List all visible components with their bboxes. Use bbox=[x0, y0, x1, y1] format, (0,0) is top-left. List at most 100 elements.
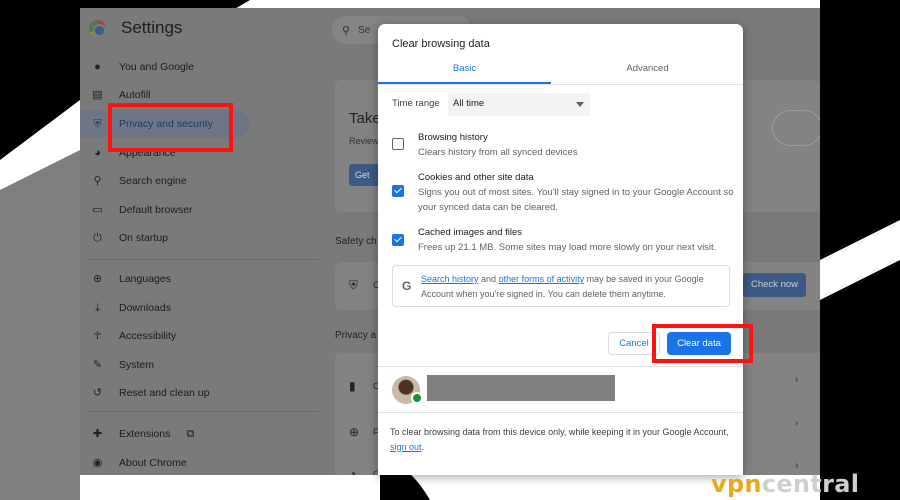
option-description: Clears history from all synced devices bbox=[418, 147, 578, 158]
sidebar-divider bbox=[88, 259, 318, 260]
privacy-card-right bbox=[740, 353, 820, 475]
shield-icon: ⛨ bbox=[349, 278, 359, 292]
sidebar-item-label: Autofill bbox=[119, 89, 151, 101]
safety-check-heading: Safety ch bbox=[335, 236, 377, 247]
footer-text-body: To clear browsing data from this device … bbox=[390, 427, 729, 437]
get-started-button[interactable]: Get bbox=[349, 164, 381, 186]
tab-label: Basic bbox=[452, 63, 477, 74]
globe-icon: ⊕ bbox=[92, 272, 103, 285]
google-logo-icon: G bbox=[402, 279, 412, 293]
sync-badge-icon bbox=[411, 392, 423, 404]
search-history-link[interactable]: Search history bbox=[421, 274, 479, 284]
sidebar-item-label: Reset and clean up bbox=[119, 387, 210, 399]
add-circle-icon: ⊕ bbox=[349, 425, 360, 439]
sidebar-item-system[interactable]: ✎ System bbox=[80, 351, 330, 379]
sidebar-item-on-startup[interactable]: ⏻ On startup bbox=[80, 224, 330, 252]
dropdown-arrow-icon bbox=[576, 102, 584, 107]
info-text-and: and bbox=[478, 274, 499, 284]
clear-browsing-data-dialog: Clear browsing data Basic Advanced Time … bbox=[378, 24, 743, 475]
sidebar-divider bbox=[88, 411, 318, 412]
sidebar-item-you-and-google[interactable]: ● You and Google bbox=[80, 53, 330, 81]
accessibility-icon: ☥ bbox=[93, 329, 102, 342]
sidebar-item-label: Search engine bbox=[119, 175, 187, 187]
option-description: Frees up 21.1 MB. Some sites may load mo… bbox=[418, 242, 717, 253]
search-placeholder: Se bbox=[358, 24, 371, 36]
sidebar-item-label: Extensions bbox=[119, 428, 171, 440]
sidebar-item-label: System bbox=[119, 359, 155, 371]
option-title: Cookies and other site data bbox=[418, 172, 534, 183]
dialog-divider bbox=[378, 366, 743, 367]
privacy-heading: Privacy a bbox=[335, 330, 377, 341]
brand-logo: vpncentral bbox=[711, 470, 859, 498]
sidebar-item-languages[interactable]: ⊕ Languages bbox=[80, 265, 330, 293]
person-icon: ● bbox=[94, 60, 101, 73]
settings-sidebar: Settings ● You and Google ▤ Autofill ⛨ P… bbox=[80, 8, 330, 475]
tab-basic[interactable]: Basic bbox=[378, 60, 551, 84]
option-description: Signs you out of most sites. You'll stay… bbox=[418, 187, 734, 213]
sidebar-item-label: Languages bbox=[119, 273, 171, 285]
highlight-clear-data-button bbox=[652, 324, 753, 363]
settings-header: Settings bbox=[80, 8, 330, 48]
sidebar-item-label: Downloads bbox=[119, 302, 171, 314]
safety-promo-card-right bbox=[740, 80, 820, 212]
open-external-icon: ⧉ bbox=[186, 427, 195, 440]
sidebar-item-label: About Chrome bbox=[119, 457, 187, 469]
info-text: Search history and other forms of activi… bbox=[421, 272, 726, 301]
card-subtitle: Review bbox=[349, 136, 379, 146]
puzzle-icon: ✚ bbox=[92, 427, 103, 440]
sidebar-item-search-engine[interactable]: ⚲ Search engine bbox=[80, 167, 330, 195]
other-activity-link[interactable]: other forms of activity bbox=[499, 274, 585, 284]
browsing-history-checkbox[interactable] bbox=[392, 138, 404, 150]
option-title: Cached images and files bbox=[418, 227, 523, 238]
wrench-icon: ✎ bbox=[92, 358, 103, 371]
sign-out-link[interactable]: sign out bbox=[390, 442, 422, 452]
sidebar-item-default-browser[interactable]: ▭ Default browser bbox=[80, 196, 330, 224]
chrome-icon: ◉ bbox=[92, 456, 103, 469]
chevron-right-icon[interactable]: › bbox=[795, 374, 798, 385]
tab-advanced[interactable]: Advanced bbox=[561, 60, 734, 84]
google-activity-info: G Search history and other forms of acti… bbox=[392, 265, 730, 307]
sidebar-item-label: You and Google bbox=[119, 61, 194, 73]
cached-images-checkbox[interactable] bbox=[392, 234, 404, 246]
palette-icon: ◕ bbox=[94, 146, 101, 159]
highlight-privacy-and-security bbox=[108, 103, 233, 152]
dialog-title: Clear browsing data bbox=[392, 38, 490, 50]
sidebar-item-about-chrome[interactable]: ◉ About Chrome bbox=[80, 449, 330, 475]
time-range-label: Time range bbox=[392, 98, 440, 109]
dialog-divider bbox=[378, 412, 743, 413]
download-icon: ⤓ bbox=[95, 301, 100, 314]
check-now-button[interactable]: Check now bbox=[743, 273, 806, 297]
sidebar-item-label: Default browser bbox=[119, 204, 193, 216]
redacted-account-info bbox=[427, 375, 615, 401]
browser-icon: ▭ bbox=[92, 203, 103, 216]
sidebar-item-downloads[interactable]: ⤓ Downloads bbox=[80, 294, 330, 322]
search-icon: ⚲ bbox=[342, 24, 351, 37]
chevron-right-icon[interactable]: › bbox=[795, 418, 798, 429]
tab-label: Advanced bbox=[626, 63, 669, 74]
card-title: Take bbox=[349, 110, 381, 127]
option-title: Browsing history bbox=[418, 132, 488, 143]
sidebar-item-label: Accessibility bbox=[119, 330, 177, 342]
cookies-checkbox[interactable] bbox=[392, 185, 404, 197]
shield-icon: ⛨ bbox=[93, 117, 102, 130]
search-icon: ⚲ bbox=[93, 174, 102, 187]
cookie-icon: ◔ bbox=[349, 467, 357, 475]
trash-icon: ▮ bbox=[349, 379, 356, 393]
autofill-icon: ▤ bbox=[92, 88, 103, 101]
time-range-select[interactable]: All time bbox=[448, 93, 590, 116]
sidebar-item-extensions[interactable]: ✚ Extensions ⧉ bbox=[80, 420, 330, 448]
cloud-illustration-icon bbox=[772, 110, 820, 146]
reset-icon: ↺ bbox=[92, 386, 103, 399]
footer-text-end: . bbox=[421, 441, 425, 452]
time-range-value: All time bbox=[453, 98, 485, 109]
brand-logo-part-vpn: vpn bbox=[711, 470, 762, 498]
chrome-logo-icon bbox=[89, 19, 106, 37]
sidebar-item-label: On startup bbox=[119, 232, 169, 244]
tab-divider bbox=[378, 84, 743, 85]
power-icon: ⏻ bbox=[93, 231, 102, 244]
sidebar-item-accessibility[interactable]: ☥ Accessibility bbox=[80, 322, 330, 350]
page-title: Settings bbox=[121, 18, 183, 37]
sidebar-item-reset-and-clean-up[interactable]: ↺ Reset and clean up bbox=[80, 379, 330, 407]
brand-logo-part-central: central bbox=[761, 470, 860, 498]
footer-text: To clear browsing data from this device … bbox=[390, 425, 730, 454]
